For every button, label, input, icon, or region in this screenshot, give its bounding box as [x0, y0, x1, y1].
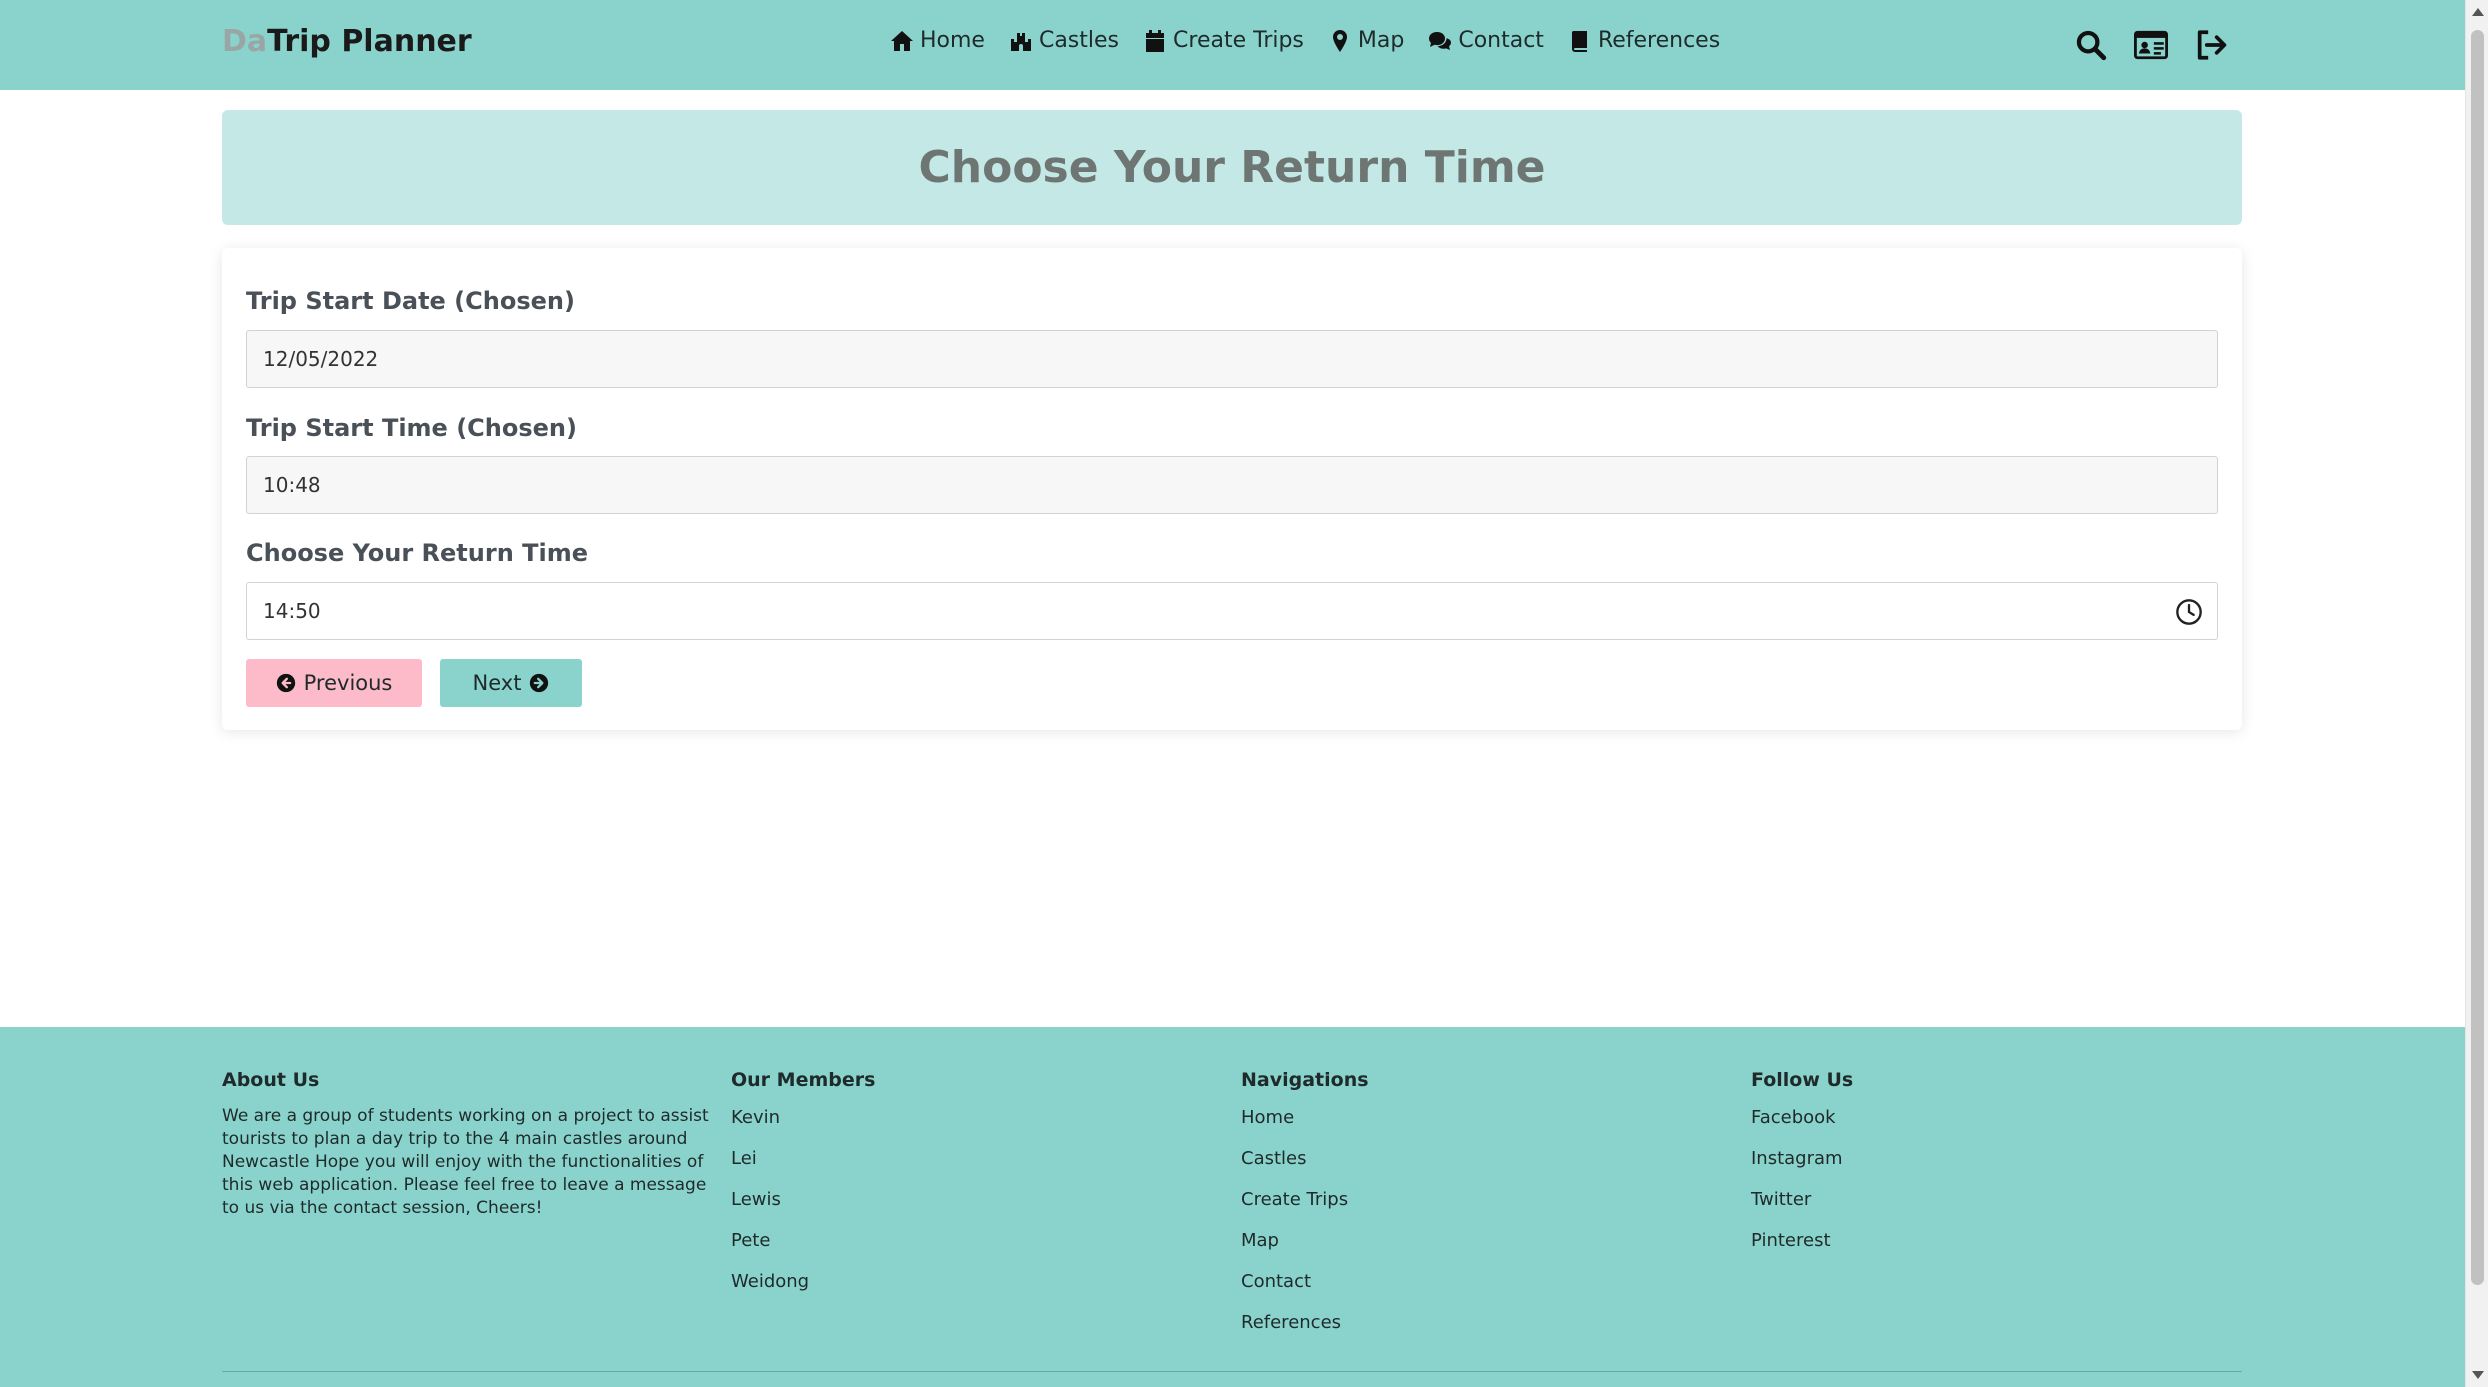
- start-time-value: 10:48: [263, 473, 321, 497]
- social-link-instagram[interactable]: Instagram: [1751, 1146, 1853, 1187]
- footer-about-text: We are a group of students working on a …: [222, 1106, 709, 1218]
- footer-about-heading: About Us: [222, 1069, 320, 1091]
- previous-button-label: Previous: [303, 671, 393, 695]
- member-link[interactable]: Lewis: [731, 1187, 875, 1228]
- castle-icon: [1010, 32, 1031, 51]
- nav-link-references[interactable]: References: [1568, 28, 1720, 53]
- social-link-facebook[interactable]: Facebook: [1751, 1105, 1853, 1146]
- nav-link-castles[interactable]: Castles: [1009, 28, 1119, 53]
- footer-divider: [222, 1371, 2242, 1372]
- search-button[interactable]: [2072, 26, 2110, 64]
- return-time-input[interactable]: 14:50: [246, 582, 2218, 640]
- footer-nav-link[interactable]: Home: [1241, 1105, 1369, 1146]
- footer-follow: Follow Us Facebook Instagram Twitter Pin…: [1751, 1069, 1853, 1269]
- footer-members: Our Members Kevin Lei Lewis Pete Weidong: [731, 1069, 875, 1310]
- brand-prefix: Da: [222, 24, 268, 59]
- scroll-up-arrow-icon[interactable]: [2472, 8, 2484, 16]
- nav-link-label: Home: [920, 28, 985, 53]
- member-link[interactable]: Pete: [731, 1228, 875, 1269]
- member-link[interactable]: Kevin: [731, 1105, 875, 1146]
- nav-actions: [2072, 26, 2230, 64]
- nav-link-label: Castles: [1038, 28, 1120, 53]
- start-time-field[interactable]: 10:48: [246, 456, 2218, 514]
- start-time-label: Trip Start Time (Chosen): [246, 414, 577, 442]
- nav-links: Home Castles Create Trips Map Contact Re…: [890, 28, 1720, 53]
- brand-name: Trip Planner: [267, 24, 472, 59]
- social-link-pinterest[interactable]: Pinterest: [1751, 1228, 1853, 1269]
- footer-navigations: Navigations Home Castles Create Trips Ma…: [1241, 1069, 1369, 1351]
- sign-out-icon: [2197, 30, 2227, 60]
- footer-nav-link[interactable]: Castles: [1241, 1146, 1369, 1187]
- previous-button[interactable]: Previous: [246, 659, 422, 707]
- footer: About Us We are a group of students work…: [0, 1027, 2465, 1387]
- id-card-icon: [2134, 30, 2168, 60]
- nav-link-label: Contact: [1458, 28, 1544, 53]
- footer-nav-link[interactable]: Contact: [1241, 1269, 1369, 1310]
- map-marker-icon: [1332, 29, 1347, 52]
- return-time-label: Choose Your Return Time: [246, 539, 589, 567]
- search-icon: [2076, 30, 2107, 61]
- page-header-banner: Choose Your Return Time: [222, 110, 2242, 225]
- logout-button[interactable]: [2192, 26, 2230, 64]
- start-date-value: 12/05/2022: [263, 347, 379, 371]
- footer-nav-link[interactable]: Create Trips: [1241, 1187, 1369, 1228]
- member-link[interactable]: Weidong: [731, 1269, 875, 1310]
- page-scrollbar[interactable]: [2465, 0, 2488, 1387]
- nav-link-label: Map: [1357, 28, 1405, 53]
- brand-logo[interactable]: DaTrip Planner: [222, 24, 472, 59]
- footer-nav-link[interactable]: Map: [1241, 1228, 1369, 1269]
- return-time-form: Trip Start Date (Chosen) 12/05/2022 Trip…: [222, 248, 2242, 730]
- start-date-label: Trip Start Date (Chosen): [246, 287, 575, 315]
- clock-icon[interactable]: [2175, 598, 2203, 626]
- home-icon: [891, 30, 913, 51]
- next-button-label: Next: [472, 671, 522, 695]
- arrow-circle-right-icon: [530, 673, 549, 693]
- footer-nav-link[interactable]: References: [1241, 1310, 1369, 1351]
- profile-button[interactable]: [2132, 26, 2170, 64]
- nav-link-map[interactable]: Map: [1328, 28, 1404, 53]
- book-icon: [1571, 30, 1587, 52]
- navbar: DaTrip Planner Home Castles Create Trips…: [0, 0, 2465, 90]
- return-time-value: 14:50: [263, 599, 321, 623]
- next-button[interactable]: Next: [440, 659, 582, 707]
- page-title: Choose Your Return Time: [918, 142, 1546, 193]
- footer-follow-heading: Follow Us: [1751, 1069, 1854, 1091]
- nav-link-label: References: [1597, 28, 1721, 53]
- calendar-icon: [1146, 29, 1165, 52]
- member-link[interactable]: Lei: [731, 1146, 875, 1187]
- nav-link-label: Create Trips: [1173, 28, 1304, 53]
- footer-navigations-heading: Navigations: [1241, 1069, 1369, 1091]
- comments-icon: [1429, 31, 1452, 50]
- social-link-twitter[interactable]: Twitter: [1751, 1187, 1853, 1228]
- nav-link-create-trips[interactable]: Create Trips: [1143, 28, 1304, 53]
- scroll-down-arrow-icon[interactable]: [2472, 1371, 2484, 1379]
- scroll-thumb[interactable]: [2471, 30, 2484, 1285]
- start-date-field[interactable]: 12/05/2022: [246, 330, 2218, 388]
- footer-members-heading: Our Members: [731, 1069, 876, 1091]
- nav-link-contact[interactable]: Contact: [1428, 28, 1544, 53]
- nav-link-home[interactable]: Home: [890, 28, 985, 53]
- footer-about: About Us We are a group of students work…: [222, 1069, 722, 1220]
- arrow-circle-left-icon: [276, 673, 295, 693]
